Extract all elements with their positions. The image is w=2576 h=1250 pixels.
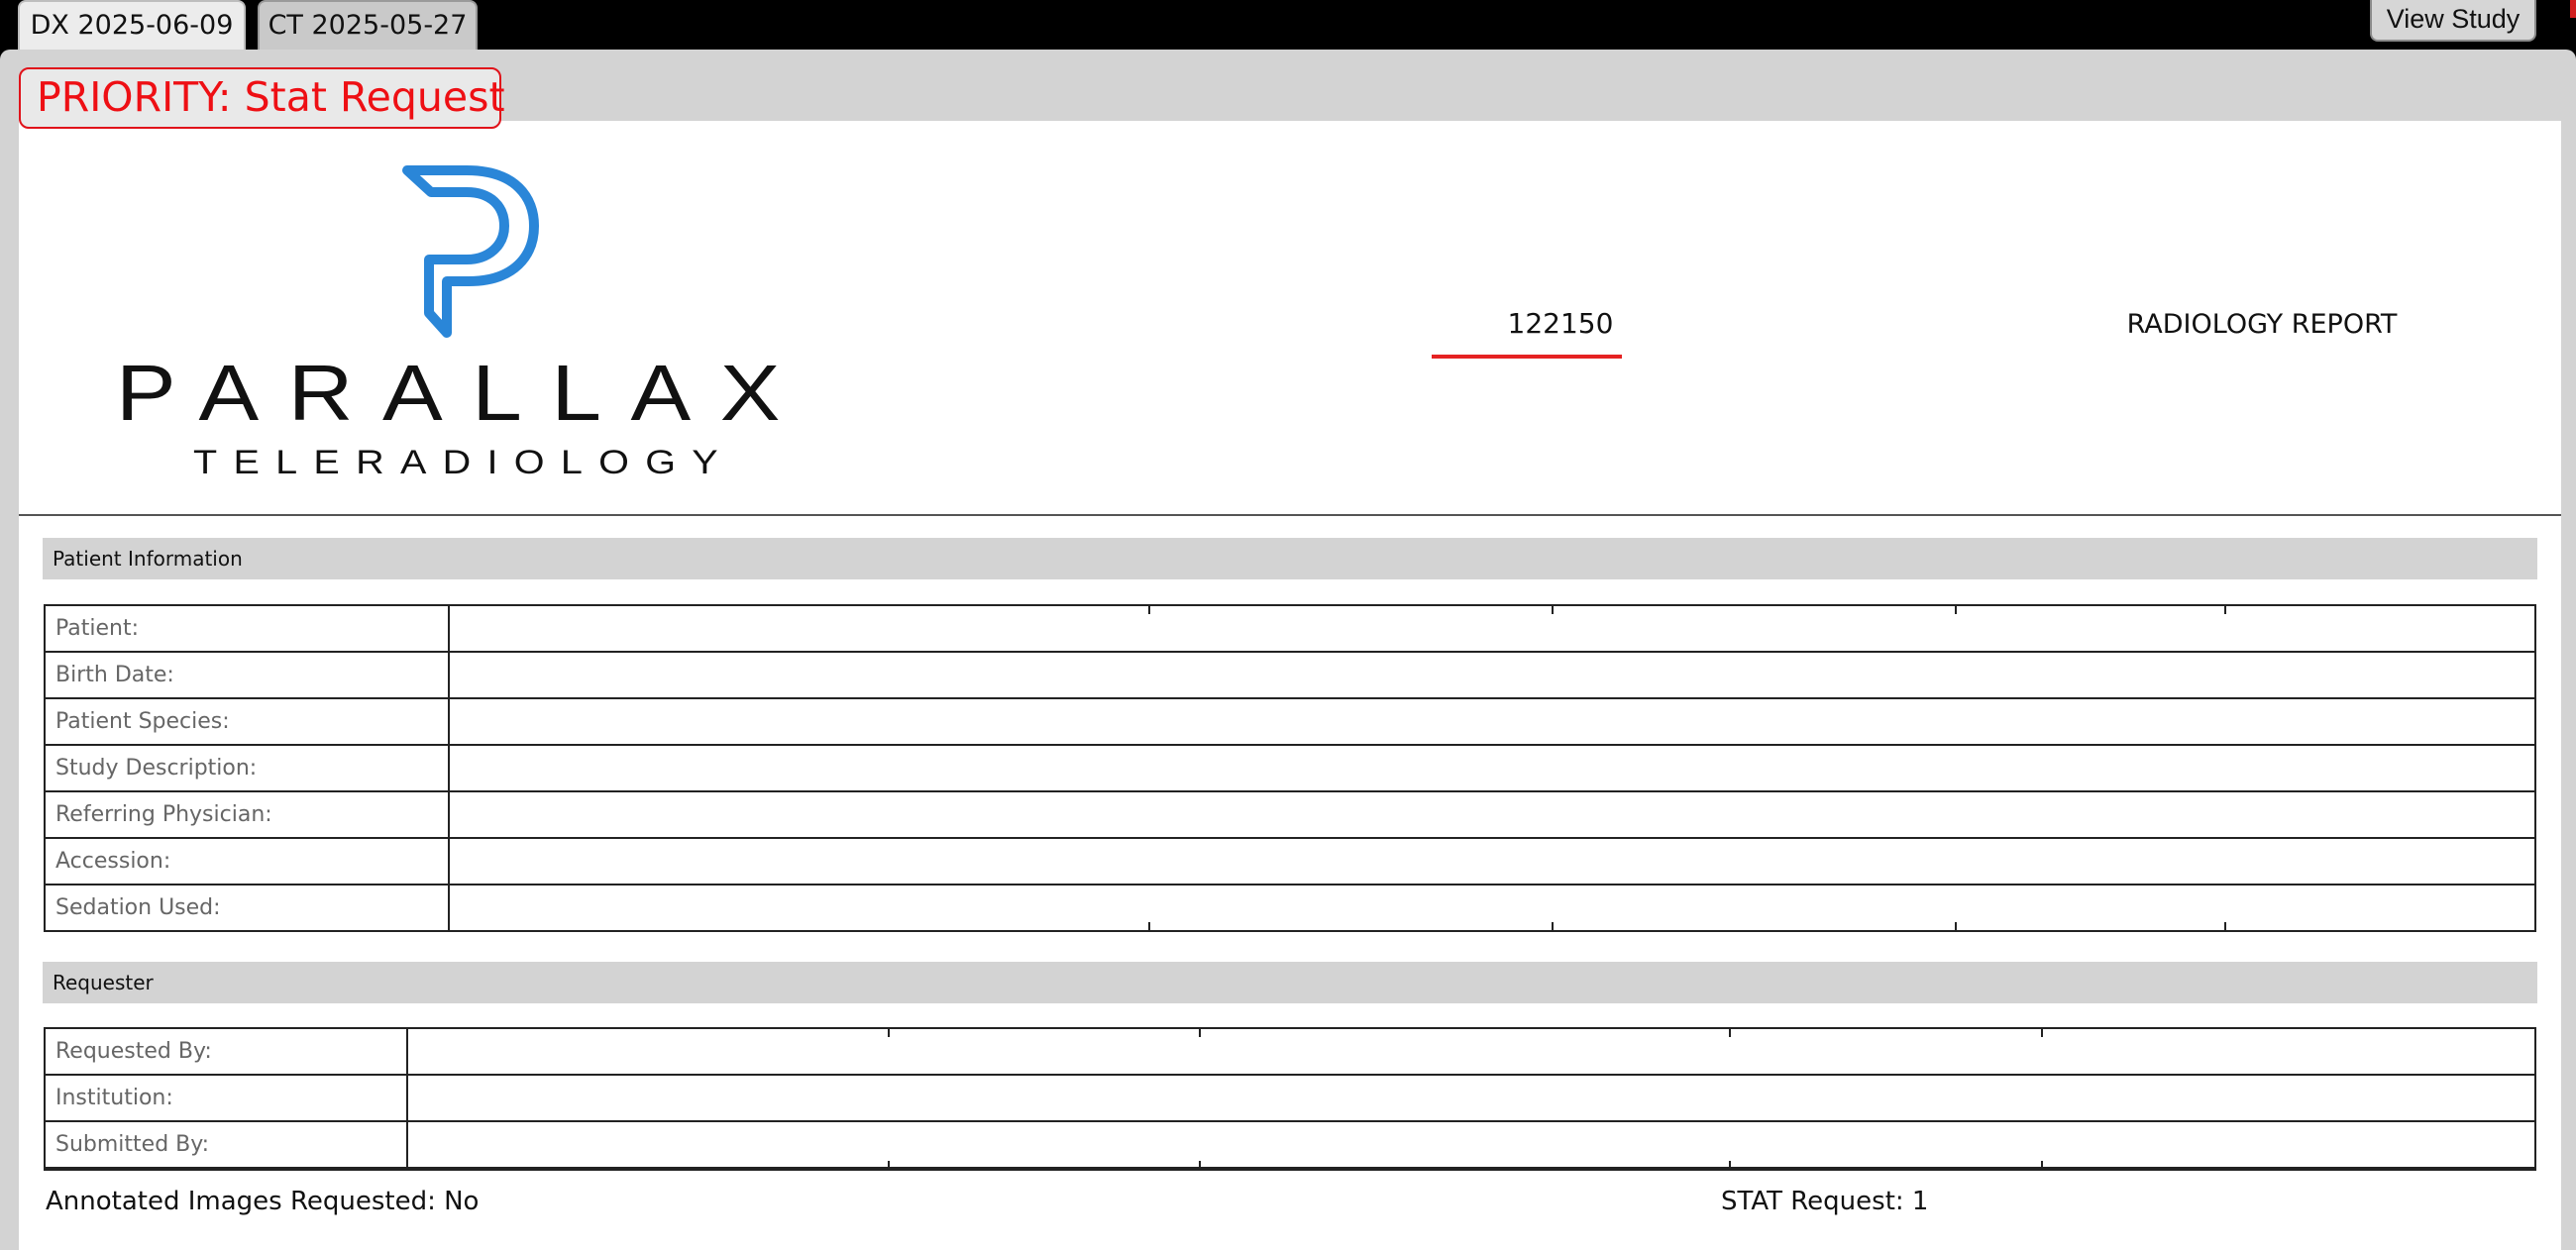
patient-species-value	[450, 699, 2534, 744]
svg-text:TELERADIOLOGY: TELERADIOLOGY	[193, 444, 734, 475]
patient-species-label: Patient Species:	[46, 699, 450, 744]
patient-value	[450, 606, 2534, 651]
table-row: Requested By:	[46, 1029, 2534, 1076]
report-id: 122150	[1507, 307, 1614, 340]
requested-by-value	[408, 1029, 2534, 1074]
patient-information-table: Patient: Birth Date: Patient Species: St…	[44, 604, 2536, 932]
accession-label: Accession:	[46, 839, 450, 884]
requested-by-label: Requested By:	[46, 1029, 408, 1074]
column-tick	[1148, 922, 1150, 930]
report-id-underline	[1432, 355, 1622, 359]
column-tick	[1552, 606, 1554, 614]
table-row: Institution:	[46, 1076, 2534, 1122]
table-row: Patient Species:	[46, 699, 2534, 746]
column-tick	[888, 1161, 890, 1169]
requester-header: Requester	[43, 962, 2537, 1003]
birth-date-label: Birth Date:	[46, 653, 450, 697]
institution-value	[408, 1076, 2534, 1120]
header-divider	[19, 514, 2561, 516]
study-tab-bar: DX 2025-06-09 CT 2025-05-27 View Study	[0, 0, 2576, 50]
table-row: Study Description:	[46, 746, 2534, 792]
submitted-by-value	[408, 1122, 2534, 1167]
parallax-wordmark: PARALLAX TELERADIOLOGY	[116, 357, 809, 475]
sedation-used-label: Sedation Used:	[46, 885, 450, 930]
parallax-logo-icon	[402, 165, 539, 338]
column-tick	[1148, 606, 1150, 614]
column-tick	[1955, 606, 1957, 614]
column-tick	[1729, 1029, 1731, 1037]
column-tick	[1729, 1161, 1731, 1169]
requester-table: Requested By: Institution: Submitted By:	[44, 1027, 2536, 1171]
column-tick	[1552, 922, 1554, 930]
report-page: PARALLAX TELERADIOLOGY 122150 RADIOLOGY …	[19, 121, 2561, 1250]
column-tick	[888, 1029, 890, 1037]
column-tick	[1199, 1161, 1201, 1169]
sedation-used-value	[450, 885, 2534, 930]
table-row: Accession:	[46, 839, 2534, 885]
table-row: Birth Date:	[46, 653, 2534, 699]
tab-ct-study[interactable]: CT 2025-05-27	[258, 0, 478, 50]
patient-label: Patient:	[46, 606, 450, 651]
column-tick	[2224, 922, 2226, 930]
institution-label: Institution:	[46, 1076, 408, 1120]
view-study-button[interactable]: View Study	[2370, 0, 2536, 42]
column-tick	[2041, 1029, 2043, 1037]
svg-text:PARALLAX: PARALLAX	[116, 357, 809, 437]
edge-indicator	[2570, 0, 2576, 18]
study-description-value	[450, 746, 2534, 790]
referring-physician-value	[450, 792, 2534, 837]
column-tick	[1199, 1029, 1201, 1037]
annotated-images-requested: Annotated Images Requested: No	[46, 1187, 480, 1216]
referring-physician-label: Referring Physician:	[46, 792, 450, 837]
birth-date-value	[450, 653, 2534, 697]
study-description-label: Study Description:	[46, 746, 450, 790]
column-tick	[1955, 922, 1957, 930]
stat-request: STAT Request: 1	[1721, 1187, 1929, 1216]
tab-dx-study[interactable]: DX 2025-06-09	[18, 0, 246, 50]
submitted-by-label: Submitted By:	[46, 1122, 408, 1167]
table-row: Referring Physician:	[46, 792, 2534, 839]
table-row: Submitted By:	[46, 1122, 2534, 1169]
table-row: Sedation Used:	[46, 885, 2534, 932]
report-title: RADIOLOGY REPORT	[2126, 309, 2398, 340]
accession-value	[450, 839, 2534, 884]
priority-badge: PRIORITY: Stat Request	[19, 67, 505, 129]
column-tick	[2224, 606, 2226, 614]
patient-information-header: Patient Information	[43, 538, 2537, 579]
column-tick	[2041, 1161, 2043, 1169]
table-row: Patient:	[46, 606, 2534, 653]
